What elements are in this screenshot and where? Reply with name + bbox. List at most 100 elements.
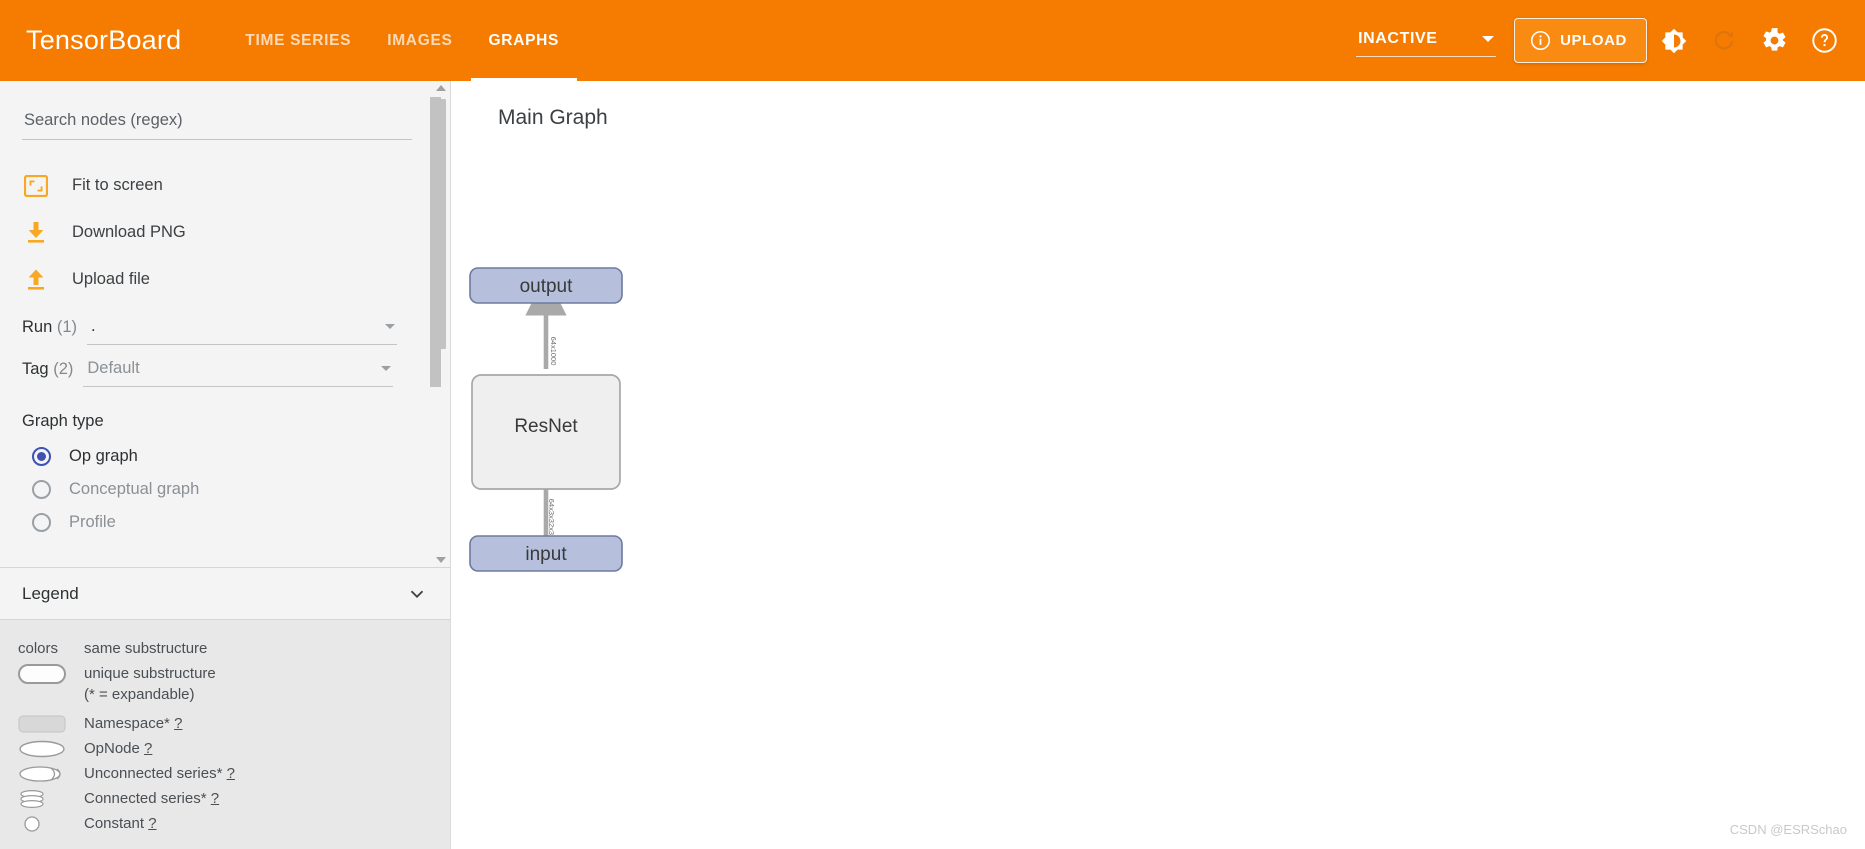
radio-profile-label: Profile	[69, 513, 116, 531]
run-status-select[interactable]: INACTIVE	[1356, 24, 1497, 57]
tag-selector-row: Tag (2) Default	[22, 356, 426, 387]
edge-input-to-resnet: 64x3x32x32	[525, 446, 567, 540]
help-link[interactable]: ?	[148, 815, 156, 832]
download-icon	[22, 221, 50, 244]
info-icon	[1531, 30, 1551, 51]
upload-icon	[22, 268, 50, 291]
tag-count: (2)	[53, 360, 74, 378]
legend-label: Unconnected series* ?	[84, 765, 235, 782]
help-link[interactable]: ?	[227, 765, 235, 782]
graph-node-output[interactable]: output	[469, 267, 623, 304]
fit-to-screen-label: Fit to screen	[72, 176, 163, 194]
graph-vertical-scrollbar[interactable]	[430, 81, 441, 391]
legend-label: same substructure	[84, 640, 208, 657]
download-png-button[interactable]: Download PNG	[22, 209, 426, 256]
legend-label: Connected series* ?	[84, 790, 220, 807]
radio-indicator	[32, 513, 51, 532]
legend-row: Constant ?	[0, 811, 450, 836]
help-button[interactable]	[1801, 18, 1847, 64]
brightness-icon	[1661, 28, 1687, 53]
tag-selector[interactable]: Default	[83, 356, 394, 387]
graph-canvas-area[interactable]: Main Graph 64x3x32x32 ResNet 64x1000 out…	[430, 81, 1865, 849]
radio-indicator	[32, 480, 51, 499]
legend-row: Unconnected series* ?	[0, 761, 450, 786]
upload-file-button[interactable]: Upload file	[22, 256, 426, 303]
upload-button[interactable]: UPLOAD	[1514, 18, 1647, 63]
edge-label-output: 64x1000	[549, 337, 558, 366]
legend-swatch-connected-series	[18, 789, 84, 809]
download-png-label: Download PNG	[72, 223, 186, 241]
radio-profile[interactable]: Profile	[22, 506, 426, 539]
legend-body: colors same substructure unique substruc…	[0, 620, 450, 849]
radio-conceptual-graph-label: Conceptual graph	[69, 480, 200, 498]
app-brand: TensorBoard	[26, 25, 182, 55]
tab-images[interactable]: IMAGES	[369, 0, 470, 81]
watermark: CSDN @ESRSchao	[1729, 822, 1847, 837]
help-link[interactable]: ?	[144, 740, 152, 757]
brightness-toggle-button[interactable]	[1651, 18, 1697, 64]
legend-label: OpNode ?	[84, 740, 153, 757]
refresh-button[interactable]	[1701, 18, 1747, 64]
radio-op-graph[interactable]: Op graph	[22, 440, 426, 473]
settings-button[interactable]	[1751, 18, 1797, 64]
legend-label: Namespace* ?	[84, 715, 183, 732]
node-label: ResNet	[514, 416, 578, 437]
header-actions: INACTIVE UPLOAD	[1356, 0, 1865, 81]
help-link[interactable]: ?	[211, 790, 219, 807]
tag-label: Tag (2)	[22, 360, 74, 378]
legend-label: Constant ?	[84, 815, 157, 832]
run-status-label: INACTIVE	[1358, 30, 1438, 47]
run-selector-row: Run (1) .	[22, 314, 426, 345]
run-value: .	[91, 317, 96, 335]
fit-to-screen-button[interactable]: Fit to screen	[22, 162, 426, 209]
graph-node-resnet[interactable]: ResNet	[471, 374, 621, 490]
legend-swatch-namespace	[18, 715, 84, 733]
help-link[interactable]: ?	[174, 715, 182, 732]
run-count: (1)	[56, 318, 78, 336]
graph-node-input[interactable]: input	[469, 535, 623, 572]
legend-header[interactable]: Legend	[0, 567, 450, 620]
scrollbar-thumb[interactable]	[430, 97, 441, 387]
chevron-down-icon	[385, 324, 396, 329]
legend-swatch-unique-substructure	[18, 663, 84, 684]
edge-resnet-to-output: 64x1000	[525, 274, 567, 369]
radio-indicator	[32, 447, 51, 466]
main-nav: TIME SERIES IMAGES GRAPHS	[227, 0, 577, 81]
search-nodes-input[interactable]	[22, 107, 412, 140]
run-label: Run (1)	[22, 318, 78, 336]
graph-type-title: Graph type	[22, 412, 104, 430]
legend-colors-label: colors	[18, 640, 59, 657]
legend-row: OpNode ?	[0, 736, 450, 761]
sidebar-controls: Fit to screen Download PNG	[0, 81, 450, 567]
settings-gear-icon	[1763, 28, 1785, 51]
legend-title: Legend	[22, 583, 79, 603]
legend-row: colors same substructure	[0, 636, 450, 661]
edge-label-input: 64x3x32x32	[547, 499, 556, 539]
sidebar: Fit to screen Download PNG	[0, 81, 451, 849]
help-icon	[1811, 28, 1837, 53]
node-label: input	[525, 544, 567, 565]
upload-file-label: Upload file	[72, 270, 150, 288]
legend-row: Namespace* ?	[0, 711, 450, 736]
fit-to-screen-icon	[22, 174, 50, 197]
legend-swatch-unconnected-series	[18, 765, 84, 783]
legend-row: Connected series* ?	[0, 786, 450, 811]
legend-row: unique substructure	[0, 661, 450, 686]
run-selector[interactable]: .	[87, 314, 398, 345]
tensorboard-app: TensorBoard TIME SERIES IMAGES GRAPHS IN…	[0, 0, 1865, 849]
main-graph-svg[interactable]: 64x3x32x32 ResNet 64x1000 output input	[452, 81, 1865, 849]
scroll-down-arrow-icon[interactable]	[436, 557, 446, 563]
chevron-down-icon	[381, 366, 392, 371]
legend-swatch-constant	[18, 815, 84, 833]
node-label: output	[520, 276, 574, 297]
app-header: TensorBoard TIME SERIES IMAGES GRAPHS IN…	[0, 0, 1865, 81]
tag-value: Default	[87, 359, 140, 377]
upload-button-label: UPLOAD	[1560, 32, 1627, 49]
legend-expandable-note: (* = expandable)	[84, 686, 195, 703]
tab-graphs[interactable]: GRAPHS	[470, 0, 578, 81]
chevron-down-icon	[1482, 36, 1495, 42]
tab-time-series[interactable]: TIME SERIES	[227, 0, 369, 81]
legend-swatch-opnode	[18, 740, 84, 758]
radio-conceptual-graph[interactable]: Conceptual graph	[22, 473, 426, 506]
legend-label: unique substructure	[84, 665, 216, 682]
